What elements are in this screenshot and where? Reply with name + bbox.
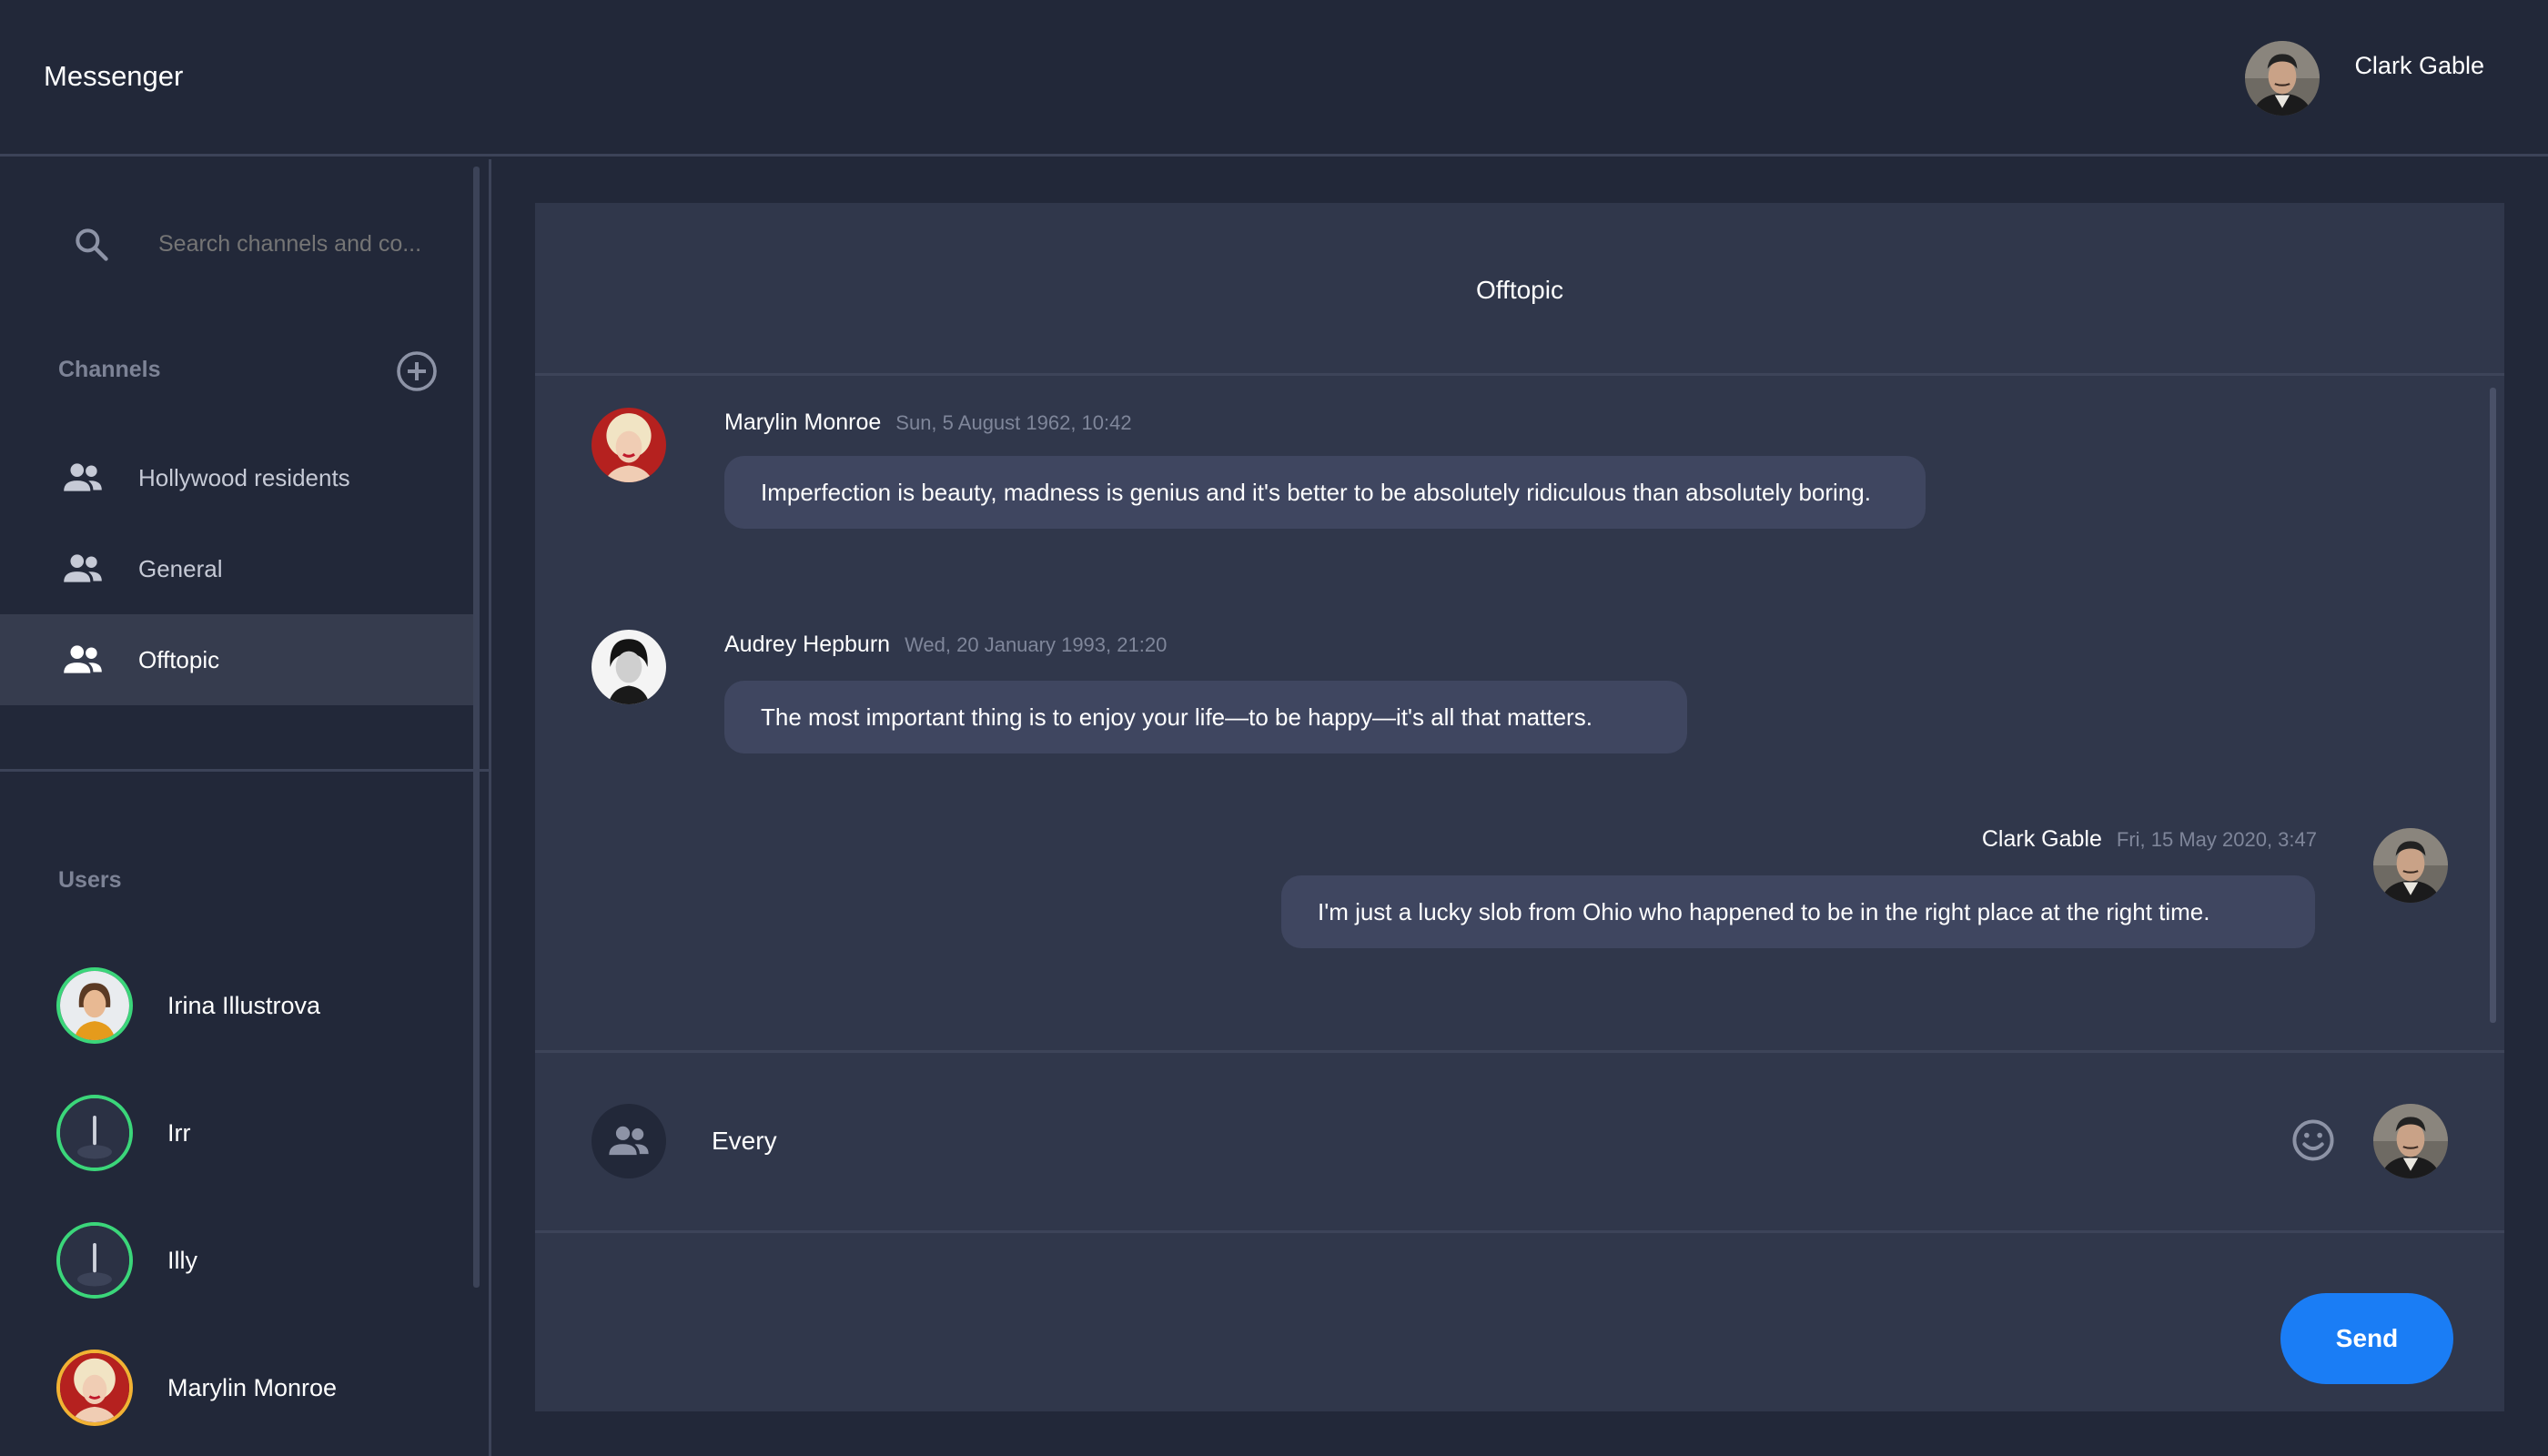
group-icon: [605, 1117, 652, 1165]
user-name: Irina Illustrova: [167, 991, 321, 1019]
message-item: Audrey Hepburn Wed, 20 January 1993, 21:2…: [535, 602, 2504, 803]
channel-label: Offtopic: [138, 645, 220, 673]
message-bubble: Imperfection is beauty, madness is geniu…: [724, 456, 1926, 529]
channel-item-hollywood-residents[interactable]: Hollywood residents: [0, 432, 473, 523]
message-input[interactable]: [712, 1120, 2077, 1162]
user-avatar: [56, 1095, 133, 1171]
message-item: Marylin Monroe Sun, 5 August 1962, 10:42 …: [535, 379, 2504, 597]
user-item-illy[interactable]: Illy: [56, 1222, 197, 1299]
channels-heading: Channels: [58, 357, 161, 382]
message-author: Clark Gable: [1981, 826, 2102, 852]
group-icon: [60, 455, 106, 500]
top-bar: Messenger Clark Gable: [0, 0, 2548, 157]
user-name: Illy: [167, 1246, 197, 1274]
user-item-irr[interactable]: Irr: [56, 1095, 190, 1171]
user-avatar: [56, 1350, 133, 1426]
composer-avatar[interactable]: [2373, 1104, 2448, 1178]
group-icon: [60, 637, 106, 682]
chat-panel: Offtopic Marylin Monroe Sun, 5 August 196…: [535, 203, 2504, 1411]
plus-circle-icon[interactable]: [395, 349, 439, 393]
current-user-name: Clark Gable: [2354, 51, 2484, 79]
message-author: Audrey Hepburn: [724, 632, 891, 657]
message-meta: Clark Gable Fri, 15 May 2020, 3:47: [1982, 826, 2317, 853]
message-bubble: I'm just a lucky slob from Ohio who happ…: [1281, 875, 2315, 948]
chat-title: Offtopic: [1476, 276, 1563, 304]
group-icon: [60, 546, 106, 592]
message-avatar[interactable]: [2373, 828, 2448, 903]
channel-label: Hollywood residents: [138, 463, 350, 491]
sidebar-scrollbar[interactable]: [473, 167, 480, 1288]
user-avatar: [56, 1222, 133, 1299]
message-bubble: The most important thing is to enjoy you…: [724, 681, 1687, 753]
chat-header: Offtopic: [535, 203, 2504, 376]
search-box[interactable]: [71, 221, 453, 267]
user-avatar: [56, 967, 133, 1044]
message-avatar[interactable]: [592, 408, 666, 482]
user-item-marylin-monroe[interactable]: Marylin Monroe: [56, 1350, 337, 1426]
message-meta: Audrey Hepburn Wed, 20 January 1993, 21:2…: [724, 632, 1167, 658]
current-user-avatar[interactable]: [2245, 41, 2320, 116]
composer-divider: [535, 1050, 2504, 1053]
user-name: Irr: [167, 1118, 191, 1147]
recipient-selector[interactable]: [592, 1104, 666, 1178]
search-input[interactable]: [158, 230, 431, 258]
message-timestamp: Sun, 5 August 1962, 10:42: [895, 411, 1132, 434]
smiley-icon[interactable]: [2290, 1117, 2337, 1164]
user-name: Marylin Monroe: [167, 1373, 338, 1401]
channel-item-offtopic[interactable]: Offtopic: [0, 614, 473, 705]
sidebar: Channels Hollywood residents General Off…: [0, 159, 491, 1456]
users-heading: Users: [58, 867, 122, 893]
app-title: Messenger: [44, 60, 184, 92]
channel-item-general[interactable]: General: [0, 523, 473, 614]
send-button[interactable]: Send: [2280, 1293, 2453, 1384]
current-user[interactable]: Clark Gable: [2245, 40, 2484, 116]
message-meta: Marylin Monroe Sun, 5 August 1962, 10:42: [724, 410, 1132, 436]
channel-label: General: [138, 554, 223, 582]
user-item-irina-illustrova[interactable]: Irina Illustrova: [56, 967, 320, 1044]
search-icon: [76, 228, 108, 261]
messenger-app: Messenger Clark Gable Channels Hollywood: [0, 0, 2548, 1456]
message-author: Marylin Monroe: [724, 410, 882, 435]
sidebar-divider: [0, 769, 491, 772]
message-timestamp: Fri, 15 May 2020, 3:47: [2116, 828, 2317, 851]
composer-footer-divider: [535, 1230, 2504, 1233]
message-avatar[interactable]: [592, 630, 666, 704]
message-timestamp: Wed, 20 January 1993, 21:20: [905, 633, 1168, 656]
message-item-own: Clark Gable Fri, 15 May 2020, 3:47 I'm ju…: [535, 797, 2504, 997]
